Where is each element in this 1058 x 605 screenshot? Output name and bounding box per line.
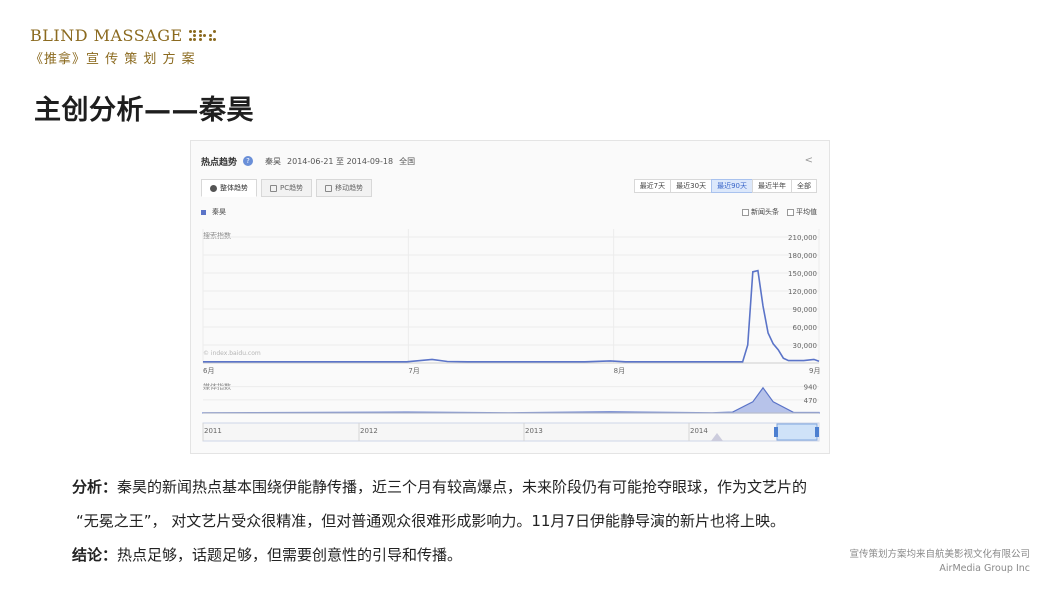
y-tick-label: 180,000	[788, 252, 817, 260]
trend-panel: 热点趋势 ? 秦昊 2014-06-21 至 2014-09-18 全国 < 整…	[190, 140, 830, 454]
analysis-text-1: 秦昊的新闻热点基本围绕伊能静传播，近三个月有较高爆点，未来阶段仍有可能抢夺眼球，…	[117, 478, 808, 496]
conclusion-text: 热点足够，话题足够，但需要创意性的引导和传播。	[117, 546, 463, 564]
timeline-selection	[776, 423, 818, 441]
footer: 宣传策划方案均来自航美影视文化有限公司 AirMedia Group Inc	[849, 548, 1030, 576]
x-tick-label: 8月	[614, 367, 625, 375]
timeline-track	[202, 422, 820, 442]
slide-title: 主创分析——秦昊	[34, 95, 254, 126]
search-index-line	[203, 269, 820, 363]
timeline-year-label: 2011	[204, 427, 222, 435]
analysis-line-2: “无冕之王”， 对文艺片受众很精准，但对普通观众很难形成影响力。11月7日伊能静…	[76, 512, 785, 530]
analysis-label: 分析：	[72, 478, 118, 496]
media-index-area	[202, 386, 820, 414]
analysis-line-1: 分析：秦昊的新闻热点基本围绕伊能静传播，近三个月有较高爆点，未来阶段仍有可能抢夺…	[72, 470, 1012, 504]
x-tick-label: 6月	[203, 367, 214, 375]
logo-chinese-text: 《推拿》宣 传 策 划 方 案	[30, 52, 196, 67]
timeline-year-label: 2012	[360, 427, 378, 435]
y-tick-label: 90,000	[793, 306, 818, 314]
brand-logo: BLIND MASSAGE 《推拿》宣 传 策 划 方 案	[30, 26, 216, 67]
y-tick-label: 150,000	[788, 270, 817, 278]
y-tick-label: 60,000	[793, 324, 818, 332]
footer-company-en: AirMedia Group Inc	[939, 563, 1030, 574]
y-tick-label: 210,000	[788, 234, 817, 242]
timeline-year-label: 2013	[525, 427, 543, 435]
y-tick-label: 30,000	[793, 342, 818, 350]
timeline-handle-right[interactable]	[815, 427, 819, 437]
x-tick-label: 9月	[809, 367, 820, 375]
x-tick-label: 7月	[408, 367, 419, 375]
footer-company-cn: 宣传策划方案均来自航美影视文化有限公司	[849, 549, 1030, 560]
timeline-year-label: 2014	[690, 427, 708, 435]
timeline-handle-left[interactable]	[774, 427, 778, 437]
logo-english-text: BLIND MASSAGE	[30, 26, 183, 45]
media-y-tick-label: 940	[804, 384, 817, 392]
y-tick-label: 120,000	[788, 288, 817, 296]
media-y-tick-label: 470	[804, 397, 817, 405]
trend-chart: 210,000 180,000 150,000 120,000 90,000 60,000…	[202, 229, 820, 442]
braille-dots-icon	[188, 30, 216, 41]
conclusion-label: 结论：	[72, 546, 118, 564]
